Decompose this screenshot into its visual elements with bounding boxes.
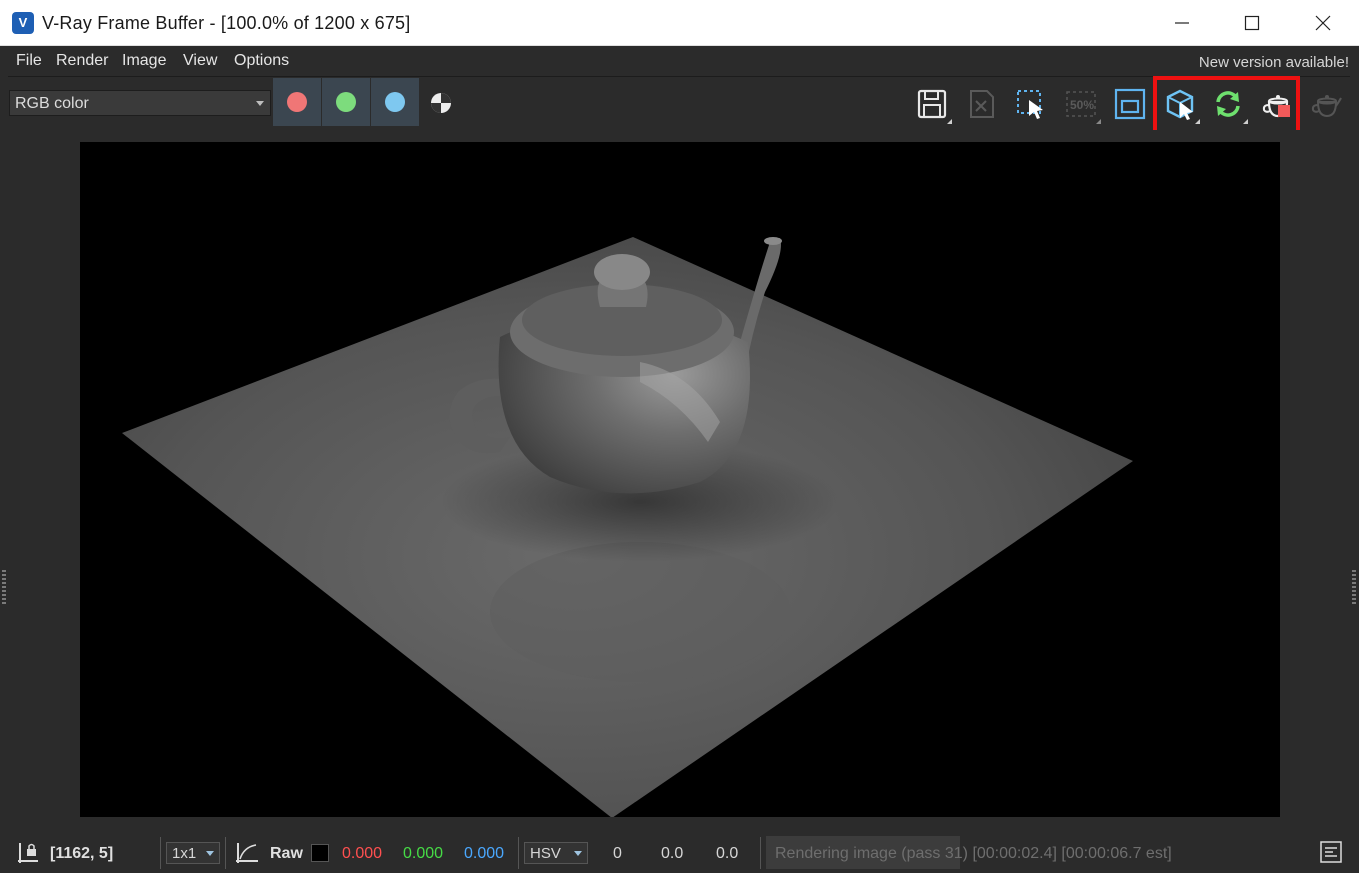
- hue-value: 0: [613, 845, 622, 862]
- maximize-icon: [1244, 15, 1260, 31]
- menu-options[interactable]: Options: [234, 52, 289, 70]
- left-panel-grip[interactable]: [2, 570, 6, 606]
- render-button[interactable]: [1306, 84, 1346, 124]
- close-button[interactable]: [1288, 0, 1358, 46]
- half-resolution-button[interactable]: 50%: [1061, 84, 1101, 124]
- menu-view[interactable]: View: [183, 52, 217, 70]
- channel-dropdown-value: RGB color: [15, 95, 89, 112]
- monochrome-icon: [431, 93, 451, 113]
- chevron-down-icon: [256, 101, 264, 106]
- compare-icon: [1114, 88, 1146, 120]
- raw-mode-label[interactable]: Raw: [270, 845, 303, 863]
- lock-cursor-icon[interactable]: [16, 841, 40, 865]
- blue-value: 0.000: [464, 845, 505, 862]
- compare-button[interactable]: [1110, 84, 1150, 124]
- blue-channel-button[interactable]: [371, 78, 419, 126]
- channel-dropdown[interactable]: RGB color: [9, 90, 271, 116]
- red-value: 0.000: [342, 845, 383, 862]
- save-image-icon: [917, 89, 947, 119]
- right-panel-grip[interactable]: [1352, 570, 1356, 606]
- color-space-value: HSV: [530, 845, 561, 862]
- svg-text:50%: 50%: [1070, 98, 1094, 112]
- value-value: 0.0: [716, 845, 739, 862]
- curve-icon[interactable]: [234, 841, 260, 865]
- rendered-image[interactable]: [80, 142, 1280, 817]
- green-dot-icon: [336, 92, 356, 112]
- sampling-dropdown[interactable]: 1x1: [166, 842, 220, 864]
- highlight-box: [1153, 76, 1300, 134]
- color-swatch: [311, 844, 329, 862]
- clear-image-icon: [970, 90, 994, 118]
- render-status-text: Rendering image (pass 31) [00:00:02.4] […: [775, 845, 1172, 862]
- color-space-dropdown[interactable]: HSV: [524, 842, 588, 864]
- menu-file[interactable]: File: [16, 52, 42, 70]
- clear-image-button[interactable]: [962, 84, 1002, 124]
- red-dot-icon: [287, 92, 307, 112]
- green-channel-button[interactable]: [322, 78, 370, 126]
- render-canvas-area[interactable]: [2, 130, 1356, 830]
- title-bar: V V-Ray Frame Buffer - [100.0% of 1200 x…: [0, 0, 1359, 46]
- minimize-button[interactable]: [1147, 0, 1217, 46]
- save-image-button[interactable]: [912, 84, 952, 124]
- teapot-render-image: [122, 237, 1133, 817]
- close-icon: [1315, 15, 1331, 31]
- window-title: V-Ray Frame Buffer - [100.0% of 1200 x 6…: [42, 13, 411, 33]
- half-resolution-icon: 50%: [1066, 91, 1096, 117]
- saturation-value: 0.0: [661, 845, 684, 862]
- new-version-link[interactable]: New version available!: [1199, 54, 1349, 71]
- menu-bar: File Render Image View Options New versi…: [8, 47, 1350, 77]
- menu-render[interactable]: Render: [56, 52, 108, 70]
- chevron-down-icon: [206, 851, 214, 856]
- render-teapot-icon: [1311, 95, 1342, 118]
- minimize-icon: [1175, 22, 1189, 24]
- chevron-down-icon: [574, 851, 582, 856]
- toolbar: RGB color 50%: [8, 76, 1350, 134]
- red-channel-button[interactable]: [273, 78, 321, 126]
- status-bar: [1162, 5] 1x1 Raw 0.000 0.000 0.000 HSV …: [8, 833, 1350, 873]
- vray-logo-icon: V: [12, 12, 34, 34]
- region-select-icon: [1017, 90, 1043, 119]
- blue-dot-icon: [385, 92, 405, 112]
- sampling-value: 1x1: [172, 845, 197, 862]
- region-render-button[interactable]: [1011, 84, 1051, 124]
- menu-image[interactable]: Image: [122, 52, 166, 70]
- maximize-button[interactable]: [1217, 0, 1287, 46]
- green-value: 0.000: [403, 845, 444, 862]
- pixel-coords: [1162, 5]: [50, 845, 114, 862]
- render-log-icon[interactable]: [1320, 841, 1342, 863]
- monochrome-button[interactable]: [430, 92, 452, 114]
